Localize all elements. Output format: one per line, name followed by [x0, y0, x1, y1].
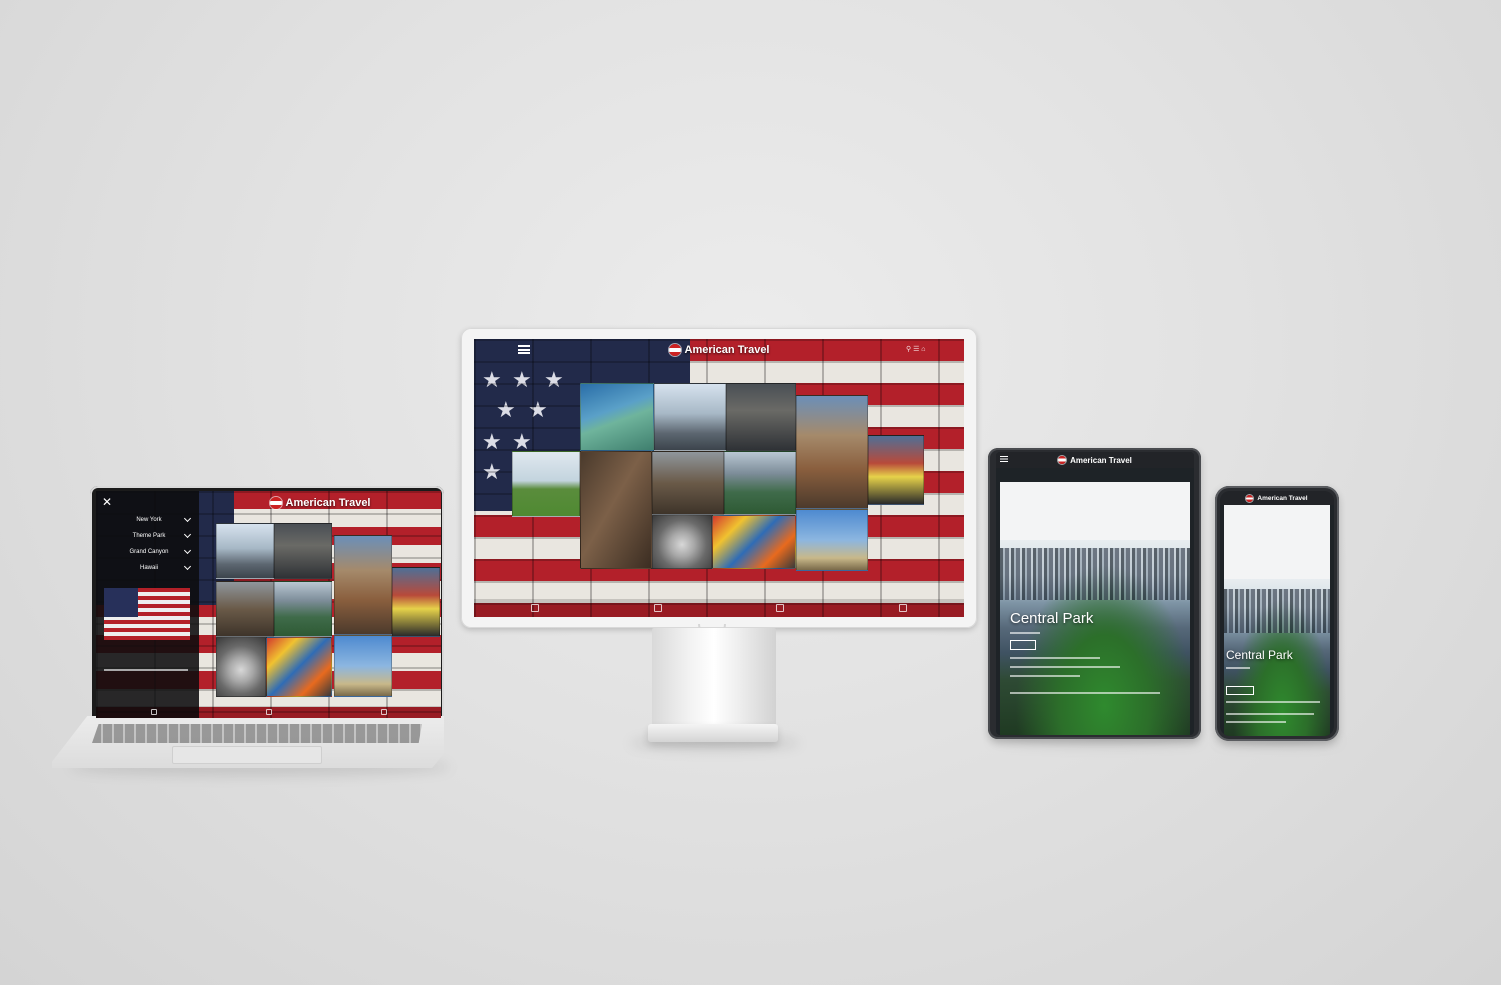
manhattan-skyline-photo[interactable] — [216, 523, 274, 579]
header-utility-icons[interactable]: ⚲ ☰ ⌂ — [906, 345, 926, 353]
charging-bull-photo[interactable] — [216, 581, 274, 637]
footer-icon[interactable] — [898, 604, 907, 612]
monitor-stand — [652, 628, 776, 728]
laptop-trackpad — [172, 746, 322, 764]
yellow-cab-street-photo[interactable] — [266, 637, 332, 697]
chevron-down-icon — [183, 562, 192, 571]
menu-item-new-york[interactable]: New York — [104, 513, 194, 527]
desktop-screen: ★ ★ ★ ★ ★ ★ ★ ★ ★ American Travel ⚲ ☰ ⌂ — [474, 339, 964, 617]
hero-title: Central Park — [1010, 610, 1094, 627]
hero-text-line — [1226, 713, 1314, 715]
manhattan-skyline-photo[interactable] — [654, 383, 726, 451]
hamburger-menu-icon[interactable] — [518, 345, 530, 354]
hamburger-menu-icon[interactable] — [1000, 456, 1008, 462]
times-square-photo[interactable] — [868, 435, 924, 505]
footer-bar — [96, 706, 441, 718]
star-icon: ★ — [482, 367, 502, 392]
times-square-photo[interactable] — [392, 567, 440, 637]
hero-button[interactable] — [1226, 686, 1254, 695]
star-icon: ★ — [482, 429, 502, 454]
hero-text-line — [1226, 701, 1320, 703]
site-header: American Travel — [474, 339, 964, 361]
statue-of-liberty-photo[interactable] — [580, 383, 654, 451]
flag-logo-icon — [668, 344, 681, 356]
device-mockup-scene: ★ ★ ★ ★ ★ ★ ★ ★ ★ American Travel ⚲ ☰ ⌂ — [0, 0, 1501, 985]
footer-icon[interactable] — [265, 709, 272, 715]
monitor-stand-base — [648, 724, 778, 742]
menu-item-label: Grand Canyon — [129, 549, 169, 555]
flag-logo-icon — [1058, 456, 1067, 464]
imagine-mosaic-photo[interactable] — [216, 637, 266, 697]
hero-subtitle — [1226, 667, 1250, 669]
hero-title: Central Park — [1226, 648, 1293, 662]
footer-bar — [474, 599, 964, 617]
aerial-city-photo[interactable] — [724, 451, 796, 515]
yellow-cab-street-photo[interactable] — [712, 515, 796, 569]
star-icon: ★ — [512, 367, 532, 392]
menu-item-hawaii[interactable]: Hawaii — [104, 561, 194, 575]
washington-monument-photo[interactable] — [334, 635, 392, 697]
hero-text-line — [1010, 666, 1120, 668]
site-header: American Travel — [996, 452, 1194, 468]
menu-item-grand-canyon[interactable]: Grand Canyon — [104, 545, 194, 559]
hero-sky — [1224, 505, 1330, 585]
phone-screen: American Travel Central Park — [1220, 491, 1334, 736]
menu-flag-image — [104, 588, 190, 640]
laptop-screen: American Travel ✕ New York Theme Park Gr… — [96, 491, 441, 718]
skyline-detail — [1224, 589, 1330, 633]
footer-icon[interactable] — [531, 604, 540, 612]
chevron-down-icon — [183, 514, 192, 523]
footer-icon[interactable] — [380, 709, 387, 715]
chevron-down-icon — [183, 546, 192, 555]
menu-item-theme-park[interactable]: Theme Park — [104, 529, 194, 543]
site-header: American Travel — [1220, 491, 1334, 505]
side-navigation-menu: ✕ New York Theme Park Grand Canyon Hawai… — [96, 491, 199, 718]
imagine-mosaic-photo[interactable] — [652, 515, 712, 569]
laptop-keyboard — [92, 724, 422, 743]
brand-title[interactable]: American Travel — [286, 497, 371, 509]
star-icon: ★ — [512, 429, 532, 454]
brooklyn-bridge-photo[interactable] — [334, 535, 392, 635]
flatiron-building-photo[interactable] — [580, 451, 652, 569]
brooklyn-bridge-photo[interactable] — [796, 395, 868, 509]
hero-sky — [1000, 482, 1190, 548]
flag-logo-icon — [1246, 494, 1254, 502]
central-park-photo[interactable] — [512, 451, 580, 517]
washington-monument-photo[interactable] — [796, 509, 868, 571]
footer-icon[interactable] — [776, 604, 785, 612]
flag-logo-icon — [269, 497, 282, 509]
charging-bull-photo[interactable] — [652, 451, 724, 515]
hero-text-line — [1010, 692, 1160, 694]
menu-footer-text — [104, 669, 188, 671]
close-icon[interactable]: ✕ — [102, 495, 112, 509]
tablet-screen: American Travel Central Park — [996, 452, 1194, 735]
manhattan-bridge-photo[interactable] — [274, 523, 332, 579]
hero-text-line — [1010, 657, 1100, 659]
brand-title[interactable]: American Travel — [685, 344, 770, 356]
aerial-city-photo[interactable] — [274, 581, 332, 637]
brand-title[interactable]: American Travel — [1257, 495, 1307, 502]
star-icon: ★ — [544, 367, 564, 392]
footer-icon[interactable] — [150, 709, 157, 715]
hero-text-line — [1226, 721, 1286, 723]
hero-subtitle — [1010, 632, 1040, 634]
menu-item-label: New York — [136, 517, 162, 523]
chevron-down-icon — [183, 530, 192, 539]
site-header: American Travel — [199, 491, 441, 515]
star-icon: ★ — [482, 459, 502, 484]
footer-icon[interactable] — [653, 604, 662, 612]
star-icon: ★ — [496, 397, 516, 422]
hero-text-line — [1010, 675, 1080, 677]
brand-title[interactable]: American Travel — [1070, 456, 1132, 465]
manhattan-bridge-photo[interactable] — [726, 383, 796, 451]
menu-item-label: Hawaii — [139, 565, 158, 571]
skyline-detail — [1000, 548, 1190, 600]
menu-item-label: Theme Park — [132, 533, 166, 539]
star-icon: ★ — [528, 397, 548, 422]
hero-button[interactable] — [1010, 640, 1036, 650]
